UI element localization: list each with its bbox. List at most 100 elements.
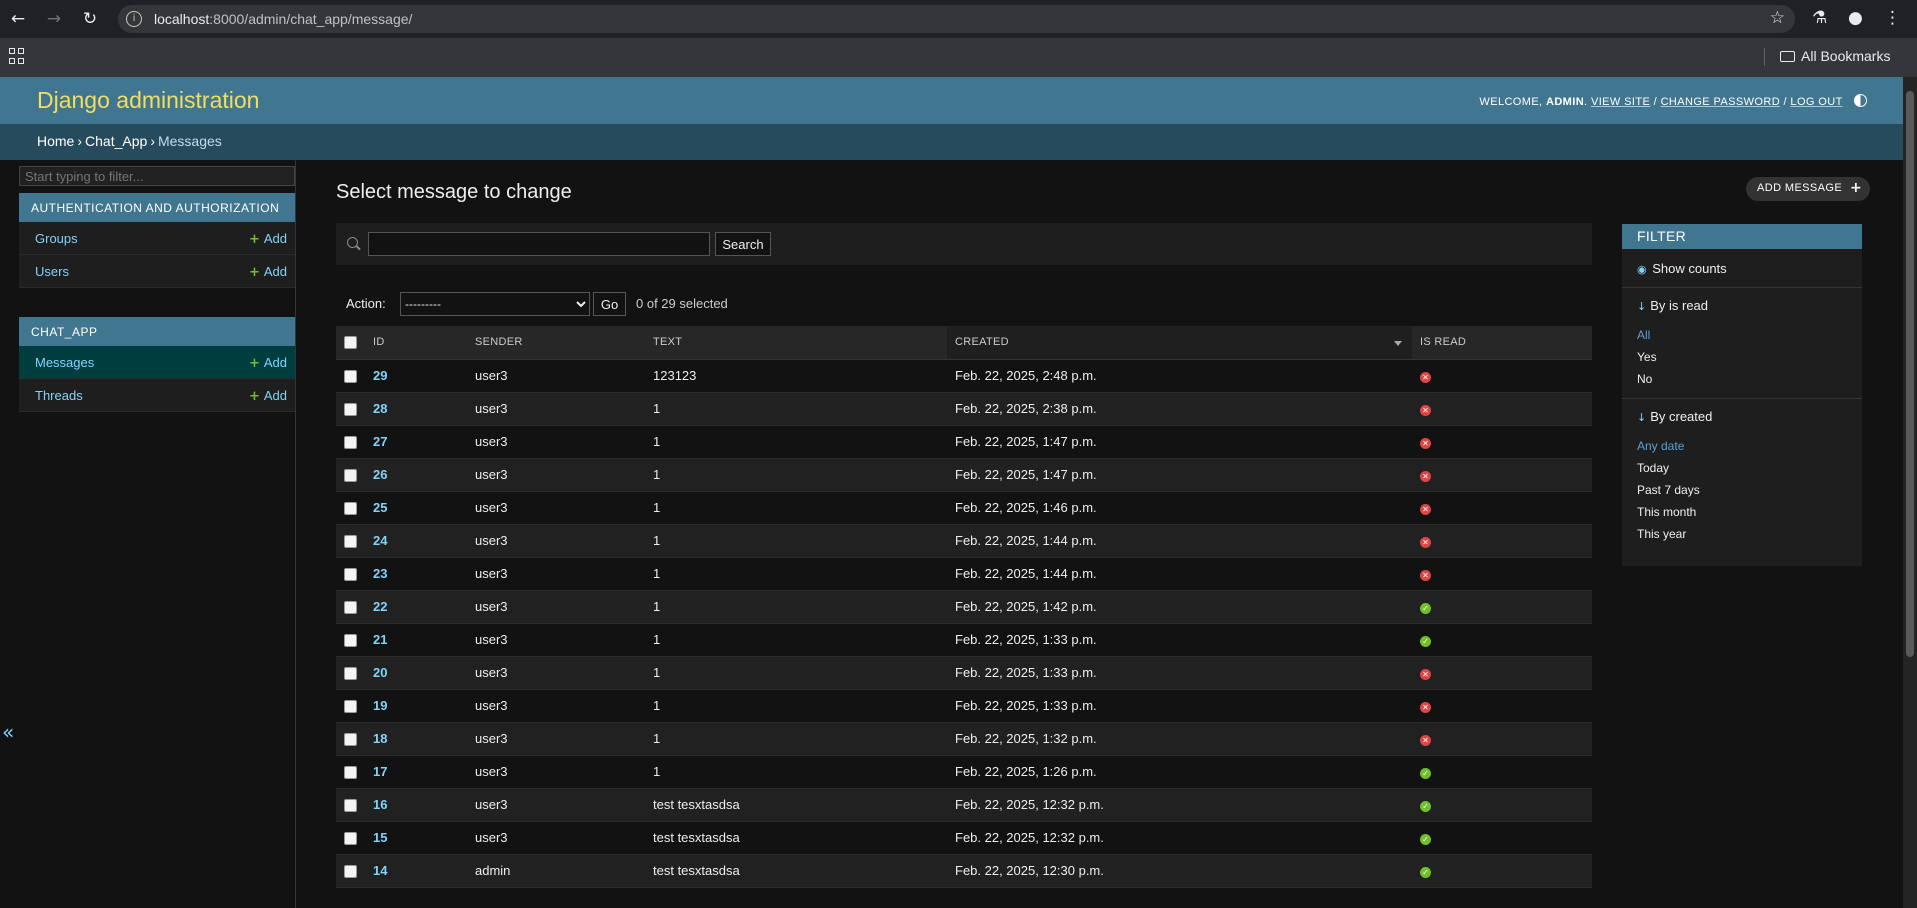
message-id-link[interactable]: 23 (373, 566, 387, 581)
message-id-link[interactable]: 18 (373, 731, 387, 746)
action-label: Action: (346, 296, 386, 311)
select-all-checkbox[interactable] (344, 335, 357, 349)
row-checkbox[interactable] (344, 667, 357, 681)
module-caption-chat-app[interactable]: CHAT_APP (19, 317, 295, 346)
bookmark-star-icon[interactable]: ☆ (1770, 8, 1785, 28)
add-message-link[interactable]: + Add (249, 355, 287, 371)
filter-heading-created[interactable]: ↓ By created (1637, 409, 1712, 424)
row-checkbox[interactable] (344, 799, 357, 813)
column-header-created[interactable]: CREATED (947, 326, 1412, 360)
sidebar-item-threads[interactable]: Threads + Add (19, 379, 295, 412)
go-button[interactable]: Go (593, 292, 626, 316)
row-checkbox[interactable] (344, 568, 357, 582)
row-checkbox[interactable] (344, 469, 357, 483)
page-scrollbar[interactable] (1903, 77, 1917, 908)
apps-grid-icon[interactable] (9, 48, 25, 64)
message-id-link[interactable]: 16 (373, 797, 387, 812)
column-header-text[interactable]: TEXT (645, 326, 947, 360)
filter-heading-is-read[interactable]: ↓ By is read (1637, 298, 1708, 313)
module-caption-auth[interactable]: AUTHENTICATION AND AUTHORIZATION (19, 193, 295, 222)
message-id-link[interactable]: 14 (373, 863, 387, 878)
column-header-is-read[interactable]: IS READ (1412, 326, 1592, 360)
change-password-link[interactable]: CHANGE PASSWORD (1661, 96, 1780, 108)
site-info-icon[interactable]: i (126, 11, 142, 27)
all-bookmarks-button[interactable]: All Bookmarks (1780, 48, 1890, 64)
back-icon[interactable]: ← (6, 7, 30, 31)
row-checkbox[interactable] (344, 700, 357, 714)
filter-option-past-7-days[interactable]: Past 7 days (1637, 483, 1700, 497)
breadcrumb-home[interactable]: Home (37, 133, 74, 149)
sidebar-item-label[interactable]: Threads (35, 388, 83, 403)
sidebar-item-groups[interactable]: Groups + Add (19, 222, 295, 255)
message-id-link[interactable]: 20 (373, 665, 387, 680)
menu-kebab-icon[interactable]: ⋮ (1884, 8, 1901, 28)
module-chat-app: CHAT_APP Messages + Add Threads + Add (19, 317, 295, 412)
sidebar-item-label[interactable]: Messages (35, 355, 94, 370)
labs-flask-icon[interactable]: ⚗ (1812, 8, 1827, 28)
column-header-sender[interactable]: SENDER (467, 326, 645, 360)
text-cell: 1 (645, 722, 947, 756)
row-checkbox[interactable] (344, 601, 357, 615)
view-site-link[interactable]: VIEW SITE (1591, 96, 1650, 108)
site-brand[interactable]: Django administration (37, 87, 259, 114)
message-id-link[interactable]: 17 (373, 764, 387, 779)
nav-filter-input[interactable] (19, 166, 295, 186)
filter-option-today[interactable]: Today (1637, 461, 1669, 475)
message-id-link[interactable]: 22 (373, 599, 387, 614)
filter-option-this-year[interactable]: This year (1637, 527, 1686, 541)
row-checkbox[interactable] (344, 634, 357, 648)
row-checkbox[interactable] (344, 733, 357, 747)
message-id-link[interactable]: 26 (373, 467, 387, 482)
filter-option-all[interactable]: All (1637, 328, 1650, 342)
add-group-link[interactable]: + Add (249, 231, 287, 247)
message-id-link[interactable]: 28 (373, 401, 387, 416)
add-user-link[interactable]: + Add (249, 264, 287, 280)
filter-option-yes[interactable]: Yes (1637, 350, 1657, 364)
message-id-link[interactable]: 27 (373, 434, 387, 449)
row-checkbox[interactable] (344, 832, 357, 846)
reload-icon[interactable]: ↻ (78, 7, 102, 31)
url-text[interactable]: localhost:8000/admin/chat_app/message/ (154, 11, 412, 27)
sidebar-item-users[interactable]: Users + Add (19, 255, 295, 288)
sidebar-item-messages[interactable]: Messages + Add (19, 346, 295, 379)
row-checkbox[interactable] (344, 403, 357, 417)
search-input[interactable] (368, 232, 710, 256)
scrollbar-thumb[interactable] (1906, 91, 1914, 657)
collapse-sidebar-icon[interactable]: « (2, 720, 14, 744)
filter-option-no[interactable]: No (1637, 372, 1652, 386)
sort-descending-icon[interactable] (1394, 341, 1402, 346)
row-checkbox[interactable] (344, 865, 357, 879)
row-checkbox[interactable] (344, 535, 357, 549)
search-button[interactable]: Search (715, 232, 771, 256)
forward-icon[interactable]: → (42, 7, 66, 31)
is-read-cell: ✕ (1412, 425, 1592, 459)
sidebar-item-label[interactable]: Users (35, 264, 69, 279)
log-out-link[interactable]: LOG OUT (1790, 96, 1842, 108)
username: ADMIN (1545, 96, 1585, 108)
row-select-cell (336, 524, 365, 558)
column-header-id[interactable]: ID (365, 326, 467, 360)
action-select[interactable]: --------- (400, 292, 590, 316)
filter-option-this-month[interactable]: This month (1637, 505, 1696, 519)
check-icon: ✓ (1420, 834, 1431, 845)
add-thread-link[interactable]: + Add (249, 388, 287, 404)
show-counts-link[interactable]: ◉ Show counts (1637, 261, 1727, 276)
message-id-link[interactable]: 24 (373, 533, 387, 548)
message-id-link[interactable]: 29 (373, 368, 387, 383)
message-id-link[interactable]: 19 (373, 698, 387, 713)
row-checkbox[interactable] (344, 370, 357, 384)
table-row: 26 user3 1 Feb. 22, 2025, 1:47 p.m. ✕ (336, 458, 1592, 492)
message-id-link[interactable]: 25 (373, 500, 387, 515)
row-checkbox[interactable] (344, 502, 357, 516)
theme-toggle-icon[interactable] (1854, 94, 1867, 107)
breadcrumb-chat-app[interactable]: Chat_App (85, 133, 147, 149)
row-checkbox[interactable] (344, 436, 357, 450)
row-checkbox[interactable] (344, 766, 357, 780)
sidebar-item-label[interactable]: Groups (35, 231, 78, 246)
address-bar[interactable]: i localhost:8000/admin/chat_app/message/… (118, 5, 1795, 33)
filter-option-any-date[interactable]: Any date (1637, 439, 1684, 453)
add-message-button[interactable]: ADD MESSAGE + (1746, 177, 1871, 201)
message-id-link[interactable]: 21 (373, 632, 387, 647)
profile-icon[interactable]: ● (1848, 8, 1863, 28)
message-id-link[interactable]: 15 (373, 830, 387, 845)
